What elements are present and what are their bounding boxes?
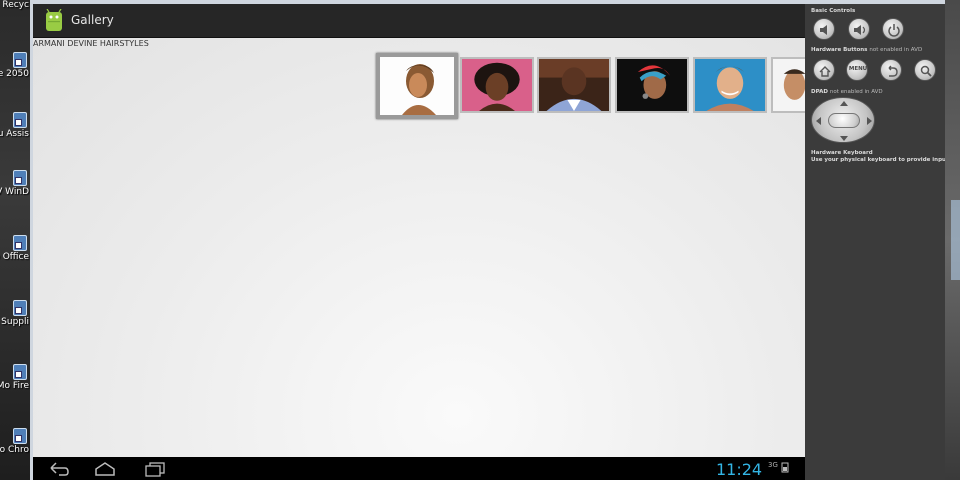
keyboard-note: Use your physical keyboard to provide in… bbox=[811, 157, 949, 163]
signal-text: 3G bbox=[768, 461, 778, 469]
shortcut-icon bbox=[13, 300, 27, 316]
hw-menu-button[interactable]: MENU bbox=[846, 59, 868, 81]
shortcut-icon bbox=[13, 52, 27, 68]
signal-indicator: 3G bbox=[768, 461, 790, 473]
hairstyle-thumb-3[interactable] bbox=[537, 57, 611, 113]
hairstyle-thumb-4[interactable] bbox=[615, 57, 689, 113]
desktop-icon-intervideo[interactable]: InterV WinD bbox=[0, 170, 30, 230]
desktop-icons-strip: Recyc HP De 2050 HP Su Assis InterV WinD… bbox=[0, 0, 30, 480]
app-title: Gallery bbox=[71, 13, 114, 27]
status-clock: 11:24 bbox=[716, 460, 763, 479]
power-button[interactable] bbox=[882, 18, 904, 40]
hardware-buttons-title: Hardware Buttons not enabled in AVD bbox=[811, 47, 922, 53]
desktop-icon-hp-deskjet[interactable]: HP De 2050 bbox=[0, 52, 30, 112]
back-icon[interactable] bbox=[47, 460, 71, 478]
hairstyle-thumb-1[interactable] bbox=[376, 53, 458, 119]
desktop-icon-label: HP Su Assis bbox=[0, 129, 29, 139]
desktop-icon-label: Shop Suppli bbox=[0, 317, 29, 327]
search-icon bbox=[920, 65, 932, 77]
desktop-icon-microsoft-office[interactable]: Micro Office bbox=[0, 235, 30, 295]
portrait-image bbox=[380, 57, 454, 115]
device-screen: Gallery ARMANI DEVINE HAIRSTYLES 11:24 3… bbox=[33, 4, 805, 480]
image-gallery[interactable] bbox=[376, 53, 805, 119]
emulator-controls-panel: Basic Controls Hardware Buttons not enab… bbox=[805, 4, 949, 480]
hw-search-button[interactable] bbox=[914, 59, 936, 81]
volume-down-icon bbox=[820, 25, 827, 35]
volume-up-button[interactable] bbox=[848, 18, 870, 40]
hardware-buttons-note: not enabled in AVD bbox=[869, 47, 923, 53]
gallery-heading: ARMANI DEVINE HAIRSTYLES bbox=[33, 39, 149, 48]
dpad-label: DPAD bbox=[811, 89, 828, 95]
dpad-control[interactable] bbox=[811, 97, 875, 143]
shortcut-icon bbox=[13, 170, 27, 186]
shortcut-icon bbox=[13, 428, 27, 444]
desktop-icon-label: Goo Chro bbox=[0, 445, 29, 455]
portrait-image bbox=[695, 59, 765, 111]
home-icon bbox=[819, 66, 831, 77]
battery-icon bbox=[781, 462, 789, 473]
dpad-center-button[interactable] bbox=[828, 113, 860, 128]
android-app-icon[interactable] bbox=[43, 9, 65, 33]
basic-controls-title: Basic Controls bbox=[811, 8, 856, 14]
shortcut-icon bbox=[13, 112, 27, 128]
desktop-icon-label: Mo Fire bbox=[0, 381, 29, 391]
hairstyle-thumb-5[interactable] bbox=[693, 57, 767, 113]
hardware-buttons-label: Hardware Buttons bbox=[811, 47, 868, 53]
action-bar: Gallery bbox=[33, 4, 805, 38]
hairstyle-thumb-6[interactable] bbox=[771, 57, 805, 113]
portrait-image bbox=[462, 59, 532, 111]
desktop-right-edge bbox=[945, 0, 960, 480]
volume-down-button[interactable] bbox=[813, 18, 835, 40]
gallery-content: ARMANI DEVINE HAIRSTYLES bbox=[33, 38, 805, 457]
menu-label: MENU bbox=[848, 66, 868, 72]
desktop-icon-chrome[interactable]: Goo Chro bbox=[0, 428, 30, 480]
system-navigation-bar: 11:24 3G bbox=[33, 457, 805, 480]
back-arrow-icon bbox=[888, 65, 898, 77]
shortcut-icon bbox=[13, 364, 27, 380]
recent-apps-icon[interactable] bbox=[143, 460, 167, 478]
dpad-note: not enabled in AVD bbox=[829, 89, 883, 95]
volume-up-icon bbox=[854, 25, 866, 35]
dpad-title: DPAD not enabled in AVD bbox=[811, 89, 883, 95]
home-icon[interactable] bbox=[93, 460, 117, 478]
desktop-icon-label: Micro Office bbox=[0, 252, 29, 262]
desktop-icon-label: InterV WinD bbox=[0, 187, 29, 197]
shortcut-icon bbox=[13, 235, 27, 251]
power-icon bbox=[888, 24, 900, 37]
keyboard-title: Hardware Keyboard bbox=[811, 150, 873, 156]
portrait-image bbox=[539, 59, 609, 111]
hw-home-button[interactable] bbox=[813, 59, 835, 81]
hw-back-button[interactable] bbox=[880, 59, 902, 81]
desktop-icon-label: HP De 2050 bbox=[0, 69, 29, 79]
desktop-icon-hp-support[interactable]: HP Su Assis bbox=[0, 112, 30, 172]
desktop-icon-shop-supplies[interactable]: Shop Suppli bbox=[0, 300, 30, 360]
portrait-image bbox=[617, 59, 687, 111]
hairstyle-thumb-2[interactable] bbox=[460, 57, 534, 113]
desktop-icon-firefox[interactable]: Mo Fire bbox=[0, 364, 30, 424]
portrait-image bbox=[773, 59, 805, 111]
desktop-icon-recycle-label[interactable]: Recyc bbox=[2, 0, 29, 10]
